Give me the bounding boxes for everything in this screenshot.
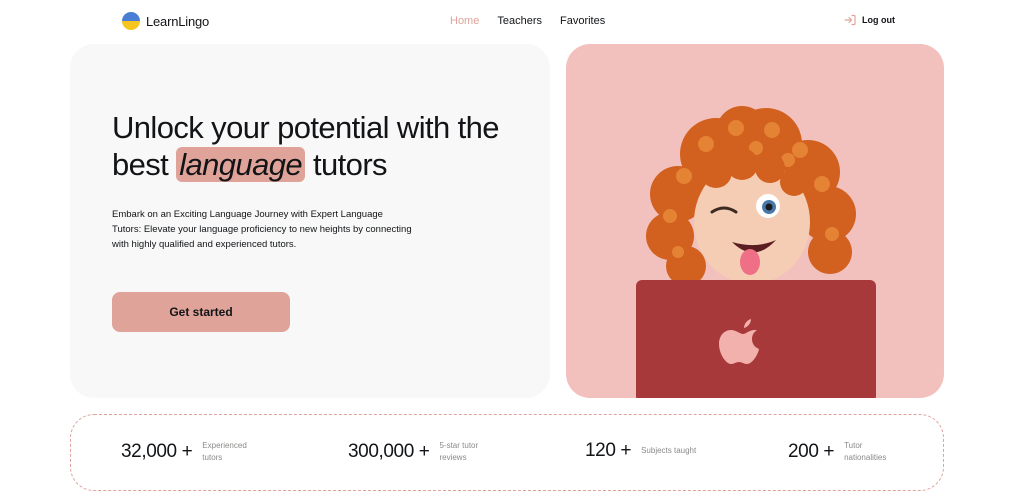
nav-teachers[interactable]: Teachers bbox=[497, 15, 542, 27]
stat-value: 32,000 + bbox=[121, 441, 193, 462]
stat-item: 300,000 + 5-star tutor reviews bbox=[348, 440, 499, 464]
stat-label: 5-star tutor reviews bbox=[439, 441, 479, 462]
logout-button[interactable]: Log out bbox=[844, 14, 895, 26]
tongue bbox=[740, 249, 760, 275]
nav-home[interactable]: Home bbox=[450, 15, 479, 27]
hero-card: Unlock your potential with the best lang… bbox=[70, 44, 550, 398]
main-nav: Home Teachers Favorites bbox=[450, 15, 605, 27]
hero-illustration bbox=[636, 106, 876, 398]
header: LearnLingo Home Teachers Favorites Log o… bbox=[0, 0, 1020, 44]
hero-image-card bbox=[566, 44, 944, 398]
stat-label: Tutor nationalities bbox=[844, 441, 887, 462]
stats-bar: 32,000 + Experienced tutors 300,000 + 5-… bbox=[70, 414, 944, 491]
stat-item: 120 + Subjects taught bbox=[585, 440, 701, 462]
eye-pupil bbox=[765, 203, 773, 211]
laptop bbox=[636, 280, 876, 398]
logout-label: Log out bbox=[862, 15, 895, 25]
hero-title: Unlock your potential with the best lang… bbox=[112, 109, 512, 183]
nav-favorites[interactable]: Favorites bbox=[560, 15, 605, 27]
stat-label: Subjects taught bbox=[641, 446, 697, 455]
brand-name: LearnLingo bbox=[146, 13, 210, 29]
stat-value: 120 + bbox=[585, 440, 632, 461]
logout-icon bbox=[844, 14, 856, 26]
stat-value: 300,000 + bbox=[348, 441, 430, 462]
hero-description: Embark on an Exciting Language Journey w… bbox=[112, 209, 412, 250]
brand-logo[interactable]: LearnLingo bbox=[122, 12, 209, 30]
hero-title-highlight: language bbox=[176, 147, 305, 182]
hero-title-end: tutors bbox=[305, 147, 388, 182]
stat-item: 32,000 + Experienced tutors bbox=[121, 440, 262, 464]
get-started-button[interactable]: Get started bbox=[112, 292, 290, 332]
stat-item: 200 + Tutor nationalities bbox=[788, 440, 904, 464]
ukraine-flag-icon bbox=[122, 12, 140, 30]
stat-value: 200 + bbox=[788, 441, 835, 462]
stat-label: Experienced tutors bbox=[202, 441, 247, 462]
